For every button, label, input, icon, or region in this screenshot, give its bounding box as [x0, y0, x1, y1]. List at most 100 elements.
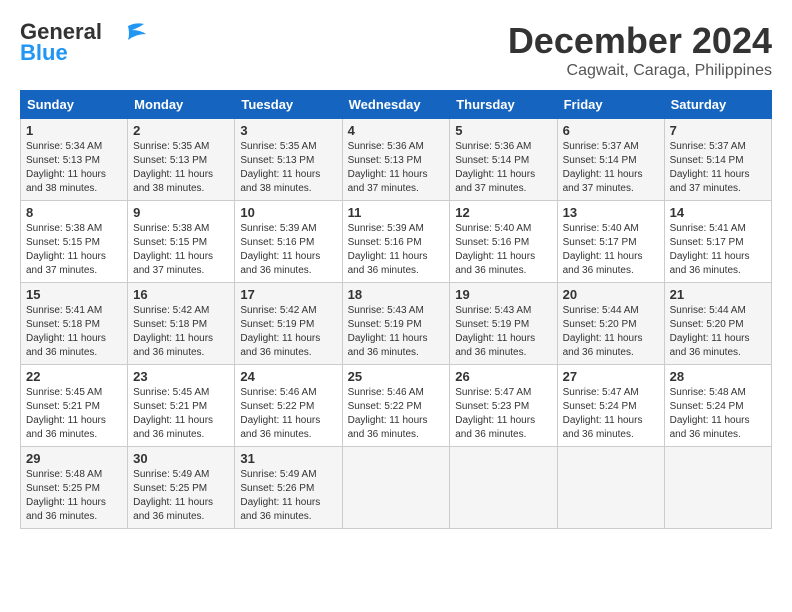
day-number: 3 [240, 123, 336, 138]
day-number: 28 [670, 369, 766, 384]
day-info: Sunrise: 5:39 AMSunset: 5:16 PMDaylight:… [348, 223, 428, 276]
calendar-week-row: 15 Sunrise: 5:41 AMSunset: 5:18 PMDaylig… [21, 283, 772, 365]
calendar-cell: 29 Sunrise: 5:48 AMSunset: 5:25 PMDaylig… [21, 447, 128, 529]
weekday-header: Tuesday [235, 91, 342, 119]
day-info: Sunrise: 5:47 AMSunset: 5:24 PMDaylight:… [563, 387, 643, 440]
calendar-cell: 19 Sunrise: 5:43 AMSunset: 5:19 PMDaylig… [450, 283, 557, 365]
day-number: 7 [670, 123, 766, 138]
day-info: Sunrise: 5:43 AMSunset: 5:19 PMDaylight:… [348, 305, 428, 358]
day-info: Sunrise: 5:38 AMSunset: 5:15 PMDaylight:… [133, 223, 213, 276]
calendar-cell: 1 Sunrise: 5:34 AMSunset: 5:13 PMDayligh… [21, 119, 128, 201]
day-number: 1 [26, 123, 122, 138]
calendar-cell: 7 Sunrise: 5:37 AMSunset: 5:14 PMDayligh… [664, 119, 771, 201]
day-info: Sunrise: 5:36 AMSunset: 5:13 PMDaylight:… [348, 141, 428, 194]
day-number: 22 [26, 369, 122, 384]
day-info: Sunrise: 5:45 AMSunset: 5:21 PMDaylight:… [26, 387, 106, 440]
logo: General Blue [20, 20, 146, 66]
day-info: Sunrise: 5:48 AMSunset: 5:25 PMDaylight:… [26, 469, 106, 522]
day-number: 16 [133, 287, 229, 302]
calendar-cell: 8 Sunrise: 5:38 AMSunset: 5:15 PMDayligh… [21, 201, 128, 283]
day-number: 15 [26, 287, 122, 302]
day-number: 27 [563, 369, 659, 384]
calendar-cell: 22 Sunrise: 5:45 AMSunset: 5:21 PMDaylig… [21, 365, 128, 447]
calendar-cell: 9 Sunrise: 5:38 AMSunset: 5:15 PMDayligh… [128, 201, 235, 283]
day-number: 29 [26, 451, 122, 466]
day-number: 10 [240, 205, 336, 220]
logo-blue: Blue [20, 40, 68, 66]
day-info: Sunrise: 5:40 AMSunset: 5:16 PMDaylight:… [455, 223, 535, 276]
weekday-header: Sunday [21, 91, 128, 119]
calendar-cell: 30 Sunrise: 5:49 AMSunset: 5:25 PMDaylig… [128, 447, 235, 529]
calendar-week-row: 1 Sunrise: 5:34 AMSunset: 5:13 PMDayligh… [21, 119, 772, 201]
day-number: 12 [455, 205, 551, 220]
day-info: Sunrise: 5:35 AMSunset: 5:13 PMDaylight:… [133, 141, 213, 194]
day-info: Sunrise: 5:49 AMSunset: 5:26 PMDaylight:… [240, 469, 320, 522]
day-number: 17 [240, 287, 336, 302]
calendar-cell: 25 Sunrise: 5:46 AMSunset: 5:22 PMDaylig… [342, 365, 450, 447]
weekday-header: Friday [557, 91, 664, 119]
calendar-cell: 3 Sunrise: 5:35 AMSunset: 5:13 PMDayligh… [235, 119, 342, 201]
calendar-cell: 6 Sunrise: 5:37 AMSunset: 5:14 PMDayligh… [557, 119, 664, 201]
calendar-cell: 11 Sunrise: 5:39 AMSunset: 5:16 PMDaylig… [342, 201, 450, 283]
calendar-cell: 15 Sunrise: 5:41 AMSunset: 5:18 PMDaylig… [21, 283, 128, 365]
location-title: Cagwait, Caraga, Philippines [508, 62, 772, 80]
day-number: 18 [348, 287, 445, 302]
calendar-cell [450, 447, 557, 529]
logo-bird-icon [108, 22, 146, 44]
day-info: Sunrise: 5:44 AMSunset: 5:20 PMDaylight:… [670, 305, 750, 358]
day-number: 4 [348, 123, 445, 138]
weekday-header: Wednesday [342, 91, 450, 119]
day-number: 5 [455, 123, 551, 138]
calendar-cell: 21 Sunrise: 5:44 AMSunset: 5:20 PMDaylig… [664, 283, 771, 365]
calendar-table: SundayMondayTuesdayWednesdayThursdayFrid… [20, 90, 772, 529]
day-number: 26 [455, 369, 551, 384]
calendar-cell [342, 447, 450, 529]
day-number: 13 [563, 205, 659, 220]
calendar-header-row: SundayMondayTuesdayWednesdayThursdayFrid… [21, 91, 772, 119]
calendar-cell: 10 Sunrise: 5:39 AMSunset: 5:16 PMDaylig… [235, 201, 342, 283]
day-number: 2 [133, 123, 229, 138]
calendar-cell: 13 Sunrise: 5:40 AMSunset: 5:17 PMDaylig… [557, 201, 664, 283]
day-number: 19 [455, 287, 551, 302]
calendar-cell: 5 Sunrise: 5:36 AMSunset: 5:14 PMDayligh… [450, 119, 557, 201]
weekday-header: Saturday [664, 91, 771, 119]
day-info: Sunrise: 5:34 AMSunset: 5:13 PMDaylight:… [26, 141, 106, 194]
calendar-cell: 28 Sunrise: 5:48 AMSunset: 5:24 PMDaylig… [664, 365, 771, 447]
title-block: December 2024 Cagwait, Caraga, Philippin… [508, 20, 772, 80]
day-info: Sunrise: 5:49 AMSunset: 5:25 PMDaylight:… [133, 469, 213, 522]
calendar-cell: 26 Sunrise: 5:47 AMSunset: 5:23 PMDaylig… [450, 365, 557, 447]
calendar-cell [557, 447, 664, 529]
calendar-cell: 14 Sunrise: 5:41 AMSunset: 5:17 PMDaylig… [664, 201, 771, 283]
day-info: Sunrise: 5:46 AMSunset: 5:22 PMDaylight:… [240, 387, 320, 440]
day-number: 24 [240, 369, 336, 384]
day-info: Sunrise: 5:36 AMSunset: 5:14 PMDaylight:… [455, 141, 535, 194]
day-number: 8 [26, 205, 122, 220]
weekday-header: Thursday [450, 91, 557, 119]
day-info: Sunrise: 5:37 AMSunset: 5:14 PMDaylight:… [670, 141, 750, 194]
day-info: Sunrise: 5:46 AMSunset: 5:22 PMDaylight:… [348, 387, 428, 440]
day-info: Sunrise: 5:43 AMSunset: 5:19 PMDaylight:… [455, 305, 535, 358]
calendar-cell: 12 Sunrise: 5:40 AMSunset: 5:16 PMDaylig… [450, 201, 557, 283]
day-info: Sunrise: 5:48 AMSunset: 5:24 PMDaylight:… [670, 387, 750, 440]
calendar-week-row: 22 Sunrise: 5:45 AMSunset: 5:21 PMDaylig… [21, 365, 772, 447]
calendar-cell: 24 Sunrise: 5:46 AMSunset: 5:22 PMDaylig… [235, 365, 342, 447]
calendar-cell: 27 Sunrise: 5:47 AMSunset: 5:24 PMDaylig… [557, 365, 664, 447]
calendar-week-row: 29 Sunrise: 5:48 AMSunset: 5:25 PMDaylig… [21, 447, 772, 529]
day-info: Sunrise: 5:44 AMSunset: 5:20 PMDaylight:… [563, 305, 643, 358]
day-number: 20 [563, 287, 659, 302]
weekday-header: Monday [128, 91, 235, 119]
day-number: 31 [240, 451, 336, 466]
month-title: December 2024 [508, 20, 772, 62]
day-info: Sunrise: 5:42 AMSunset: 5:18 PMDaylight:… [133, 305, 213, 358]
calendar-cell: 23 Sunrise: 5:45 AMSunset: 5:21 PMDaylig… [128, 365, 235, 447]
calendar-cell: 4 Sunrise: 5:36 AMSunset: 5:13 PMDayligh… [342, 119, 450, 201]
day-info: Sunrise: 5:38 AMSunset: 5:15 PMDaylight:… [26, 223, 106, 276]
day-info: Sunrise: 5:41 AMSunset: 5:17 PMDaylight:… [670, 223, 750, 276]
calendar-cell: 18 Sunrise: 5:43 AMSunset: 5:19 PMDaylig… [342, 283, 450, 365]
day-number: 23 [133, 369, 229, 384]
day-number: 6 [563, 123, 659, 138]
day-number: 9 [133, 205, 229, 220]
day-number: 30 [133, 451, 229, 466]
day-info: Sunrise: 5:37 AMSunset: 5:14 PMDaylight:… [563, 141, 643, 194]
calendar-week-row: 8 Sunrise: 5:38 AMSunset: 5:15 PMDayligh… [21, 201, 772, 283]
